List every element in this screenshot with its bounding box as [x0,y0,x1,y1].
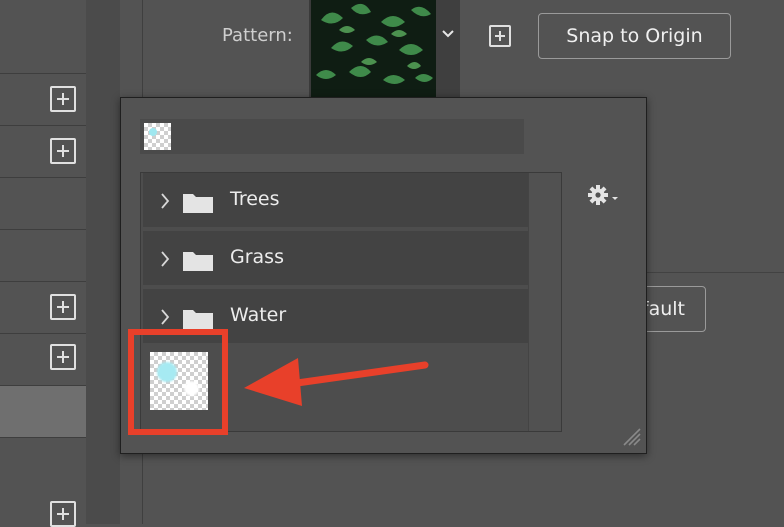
panel-row[interactable] [0,126,86,178]
create-preset-icon[interactable] [489,25,511,47]
folder-icon [183,252,213,271]
panel-row[interactable] [0,438,86,490]
panel-row[interactable] [0,74,86,126]
panel-row[interactable] [0,282,86,334]
add-icon[interactable] [50,501,76,527]
folder-name: Water [230,304,287,326]
left-layer-panel [0,0,86,527]
folder-row-trees[interactable]: Trees [143,173,528,229]
leaf-pattern-image [311,0,437,98]
folder-name: Trees [230,188,280,210]
chevron-right-icon[interactable] [160,250,170,268]
chevron-right-icon[interactable] [160,192,170,210]
chevron-down-icon [442,30,454,38]
add-icon[interactable] [50,138,76,164]
pattern-label: Pattern: [222,25,293,46]
panel-row[interactable] [0,334,86,386]
add-icon[interactable] [50,344,76,370]
panel-row-selected[interactable] [0,386,86,438]
folder-name: Grass [230,246,284,268]
divider [646,272,784,273]
selected-pattern-preview [140,119,524,154]
gear-icon[interactable] [587,184,621,206]
folder-icon [183,310,213,329]
panel-row[interactable] [0,22,86,74]
snap-to-origin-button[interactable]: Snap to Origin [538,13,731,59]
annotation-highlight-box [128,329,228,435]
pattern-dropdown-button[interactable] [436,0,460,98]
folder-row-grass[interactable]: Grass [143,231,528,287]
pattern-dot [149,128,157,136]
pattern-swatch[interactable] [309,0,439,98]
add-icon[interactable] [50,86,76,112]
add-icon[interactable] [50,294,76,320]
panel-divider [86,0,120,524]
chevron-right-icon[interactable] [160,308,170,326]
panel-row[interactable] [0,230,86,282]
resize-grip-icon[interactable] [620,425,642,447]
folder-icon [183,194,213,213]
panel-row[interactable] [0,178,86,230]
arrow-annotation-icon [244,358,429,406]
list-scrollbar[interactable] [528,173,561,431]
selected-pattern-thumbnail [144,123,171,150]
